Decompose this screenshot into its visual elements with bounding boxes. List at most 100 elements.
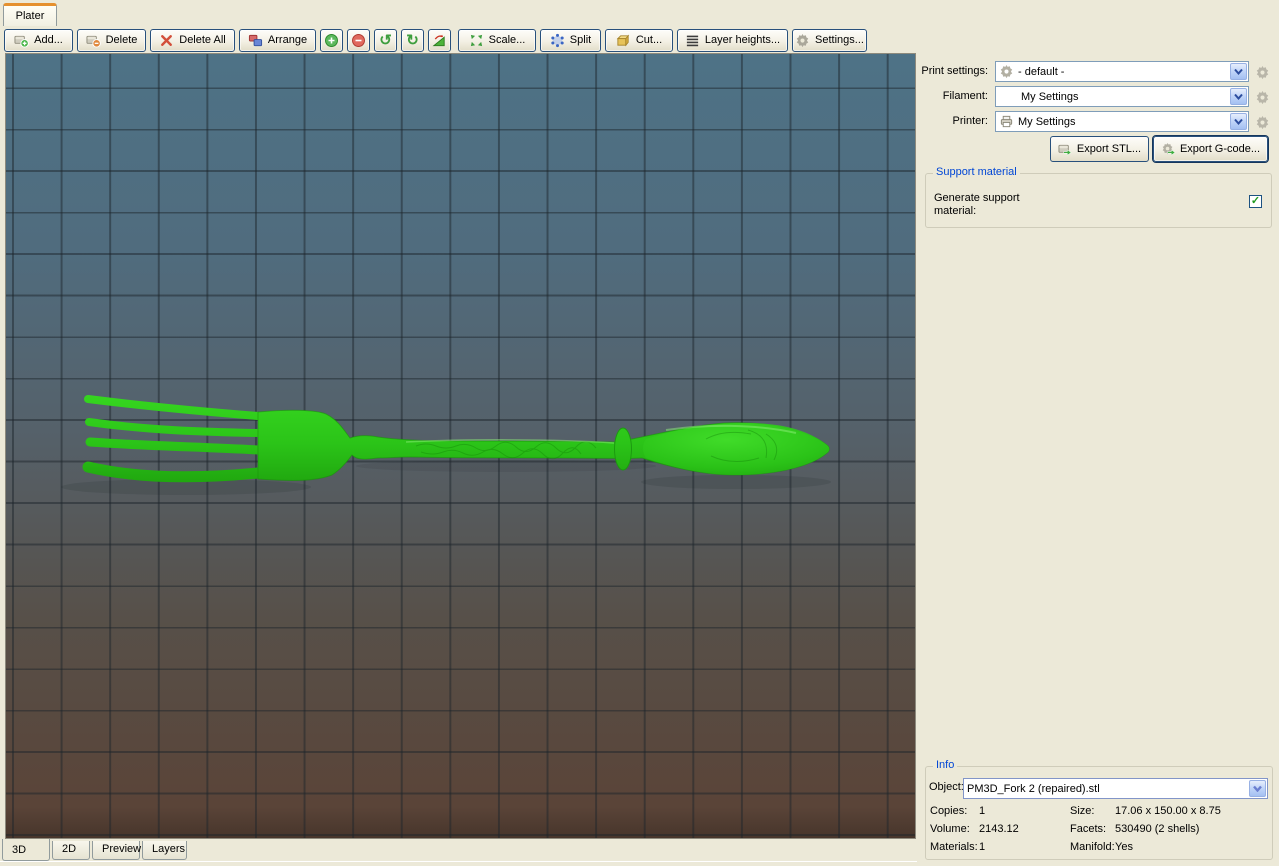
increase-copies-button[interactable] [320,29,343,52]
model-shadow [356,460,656,472]
fork-tines [88,399,258,477]
tab-preview-label: Preview [102,843,141,855]
chevron-down-icon[interactable] [1230,88,1247,105]
export-stl-icon [1058,142,1073,157]
gear-icon [1255,90,1270,105]
chevron-down-icon[interactable] [1230,63,1247,80]
filament-label: Filament: [920,86,988,107]
split-button-label: Split [570,34,591,46]
info-title: Info [933,759,957,771]
change-scale-button[interactable] [428,29,451,52]
object-value: PM3D_Fork 2 (repaired).stl [967,783,1100,795]
chevron-down-icon[interactable] [1249,780,1266,797]
tab-layers[interactable]: Layers [142,841,187,860]
layer-heights-icon [685,33,700,48]
add-button[interactable]: Add... [4,29,73,52]
settings-button-label: Settings... [815,34,864,46]
settings-button[interactable]: Settings... [792,29,867,52]
gear-icon [999,64,1014,79]
printer-icon [999,114,1014,129]
print-settings-gear-button[interactable] [1252,62,1272,82]
materials-label: Materials: [930,841,978,853]
tab-2d[interactable]: 2D [52,841,90,860]
scale-button-label: Scale... [489,34,526,46]
info-group: Info Object: PM3D_Fork 2 (repaired).stl … [925,766,1273,860]
object-label: Object: [929,781,964,793]
size-label: Size: [1070,805,1094,817]
toolbar: Add... Delete Delete All Arrange ↺ ↻ Sca… [4,28,867,52]
copies-value: 1 [979,805,985,817]
view-tabs: 3D 2D Preview Layers [2,839,187,861]
generate-support-label: Generate support material: [934,192,1044,218]
delete-button[interactable]: Delete [77,29,146,52]
scale-button[interactable]: Scale... [458,29,536,52]
manifold-value: Yes [1115,841,1133,853]
support-material-group: Support material Generate support materi… [925,173,1272,228]
arrange-button-label: Arrange [268,34,307,46]
object-combobox[interactable]: PM3D_Fork 2 (repaired).stl [963,778,1268,799]
export-stl-label: Export STL... [1077,143,1141,155]
tab-3d[interactable]: 3D [2,839,50,861]
export-gcode-icon [1161,142,1176,157]
split-icon [550,33,565,48]
split-button[interactable]: Split [540,29,601,52]
fork-collar [615,428,632,470]
export-gcode-button[interactable]: Export G-code... [1153,136,1268,162]
plus-circle-icon [324,33,339,48]
tab-layers-label: Layers [152,843,185,855]
printer-value: My Settings [1018,116,1075,128]
change-scale-icon [432,33,447,48]
cut-icon [616,33,631,48]
model-fork[interactable] [6,54,915,838]
size-value: 17.06 x 150.00 x 8.75 [1115,805,1221,817]
model-shadow [641,475,831,489]
manifold-label: Manifold: [1070,841,1115,853]
facets-value: 530490 (2 shells) [1115,823,1199,835]
delete-all-button[interactable]: Delete All [150,29,235,52]
generate-support-checkbox[interactable]: ✓ [1249,195,1262,208]
print-settings-value: - default - [1018,66,1064,78]
add-object-icon [14,33,29,48]
tab-2d-label: 2D [62,843,76,855]
delete-all-icon [159,33,174,48]
rotate-ccw-button[interactable]: ↺ [374,29,397,52]
print-settings-label: Print settings: [920,61,988,82]
decrease-copies-button[interactable] [347,29,370,52]
export-stl-button[interactable]: Export STL... [1050,136,1149,162]
printer-combobox[interactable]: My Settings [995,111,1249,132]
minus-circle-icon [351,33,366,48]
export-gcode-label: Export G-code... [1180,143,1260,155]
chevron-down-icon[interactable] [1230,113,1247,130]
printer-gear-button[interactable] [1252,112,1272,132]
arrange-button[interactable]: Arrange [239,29,316,52]
gear-icon [1255,115,1270,130]
filament-combobox[interactable]: My Settings [995,86,1249,107]
rotate-cw-button[interactable]: ↻ [401,29,424,52]
gear-icon [795,33,810,48]
3d-viewport[interactable] [5,53,916,839]
delete-object-icon [86,33,101,48]
gear-icon [1255,65,1270,80]
tab-plater-label: Plater [16,10,45,22]
printer-label: Printer: [920,111,988,132]
arrange-icon [248,33,263,48]
layer-heights-button[interactable]: Layer heights... [677,29,788,52]
rotate-cw-icon: ↻ [406,33,419,48]
filament-value: My Settings [1021,91,1078,103]
tab-3d-label: 3D [12,844,26,856]
cut-button[interactable]: Cut... [605,29,673,52]
volume-value: 2143.12 [979,823,1019,835]
delete-button-label: Delete [106,34,138,46]
slic3r-plater-window: { "top_tabs": [ { "label": "Plater" } ],… [0,0,1279,866]
tab-plater[interactable]: Plater [3,3,57,26]
delete-all-button-label: Delete All [179,34,225,46]
layer-heights-button-label: Layer heights... [705,34,780,46]
materials-value: 1 [979,841,985,853]
add-button-label: Add... [34,34,63,46]
scale-icon [469,33,484,48]
tab-preview[interactable]: Preview [92,841,140,860]
print-settings-combobox[interactable]: - default - [995,61,1249,82]
filament-gear-button[interactable] [1252,87,1272,107]
checkmark-icon: ✓ [1251,196,1260,207]
rotate-ccw-icon: ↺ [379,33,392,48]
